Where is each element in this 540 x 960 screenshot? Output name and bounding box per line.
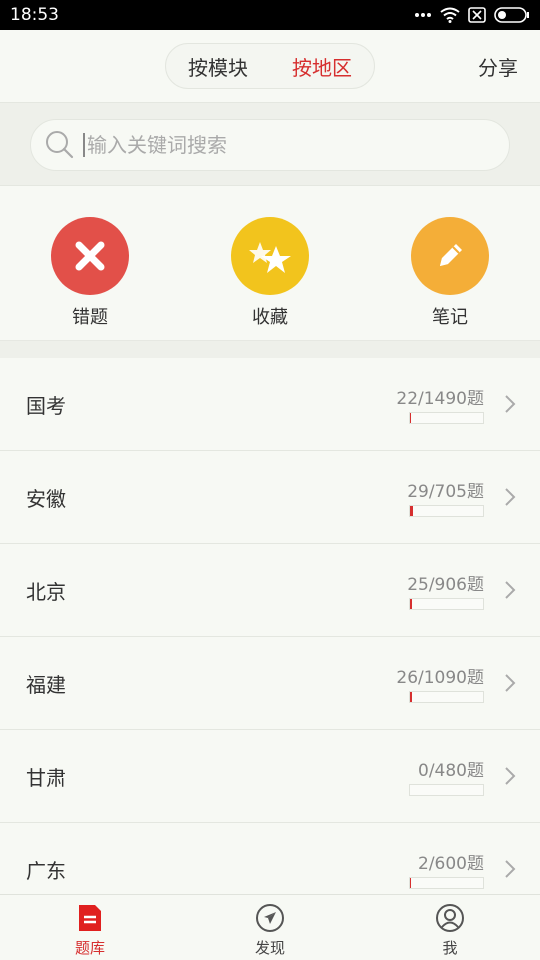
wrong-questions-circle <box>51 217 129 295</box>
region-count: 2/600题 <box>418 854 484 874</box>
progress-bar <box>409 784 484 796</box>
progress-fill <box>410 692 412 702</box>
status-bar: 18:53 <box>0 0 540 30</box>
close-icon <box>75 241 105 271</box>
wifi-icon <box>440 7 460 23</box>
compass-icon <box>256 904 284 932</box>
nav-label: 我 <box>442 939 458 957</box>
progress-fill <box>410 599 412 609</box>
header: 按模块 按地区 分享 <box>0 30 540 102</box>
more-dots-icon <box>415 13 431 17</box>
region-count: 0/480题 <box>418 761 484 781</box>
progress-fill <box>410 506 413 516</box>
wrong-questions-label: 错题 <box>72 307 108 328</box>
nav-question-bank[interactable]: 题库 <box>0 895 180 960</box>
progress-bar <box>409 877 484 889</box>
search-icon <box>46 131 74 159</box>
region-count: 25/906题 <box>407 575 484 595</box>
no-sim-icon <box>468 7 486 23</box>
battery-icon <box>494 7 529 23</box>
region-row[interactable]: 国考 22/1490题 <box>0 358 540 451</box>
tab-by-region[interactable]: 按地区 <box>270 44 374 88</box>
progress-bar <box>409 505 484 517</box>
region-name: 甘肃 <box>26 766 66 790</box>
chevron-right-icon <box>505 674 516 692</box>
favorites-circle <box>231 217 309 295</box>
region-name: 福建 <box>26 673 66 697</box>
search-box[interactable] <box>30 119 510 171</box>
wrong-questions-button[interactable]: 错题 <box>30 217 150 329</box>
quick-actions: 错题 收藏 笔记 <box>0 187 540 341</box>
region-row[interactable]: 北京 25/906题 <box>0 544 540 637</box>
chevron-right-icon <box>505 395 516 413</box>
progress-fill <box>410 878 412 888</box>
progress-bar <box>409 598 484 610</box>
share-button[interactable]: 分享 <box>478 52 518 81</box>
nav-discover[interactable]: 发现 <box>180 895 360 960</box>
region-count: 26/1090题 <box>396 668 484 688</box>
region-name: 广东 <box>26 859 66 883</box>
stars-icon <box>249 242 291 273</box>
region-list: 国考 22/1490题 安徽 29/705题 北京 25/906题 福建 26/… <box>0 358 540 916</box>
nav-label: 发现 <box>254 939 285 957</box>
nav-me[interactable]: 我 <box>360 895 540 960</box>
chevron-right-icon <box>505 860 516 878</box>
chevron-right-icon <box>505 767 516 785</box>
nav-label: 题库 <box>74 939 105 957</box>
search-input[interactable] <box>83 133 463 157</box>
tab-by-module[interactable]: 按模块 <box>166 44 270 88</box>
region-name: 北京 <box>26 580 66 604</box>
question-bank-icon <box>79 905 101 931</box>
region-count: 22/1490题 <box>396 389 484 409</box>
chevron-right-icon <box>505 488 516 506</box>
progress-fill <box>410 413 412 423</box>
region-name: 安徽 <box>26 487 66 511</box>
user-icon <box>436 904 464 932</box>
favorites-label: 收藏 <box>252 307 288 328</box>
search-area <box>0 102 540 186</box>
notes-circle <box>411 217 489 295</box>
region-name: 国考 <box>26 394 66 418</box>
region-count: 29/705题 <box>407 482 484 502</box>
notes-button[interactable]: 笔记 <box>390 217 510 329</box>
progress-bar <box>409 691 484 703</box>
favorites-button[interactable]: 收藏 <box>210 217 330 329</box>
notes-label: 笔记 <box>432 307 468 328</box>
pencil-icon <box>440 244 462 266</box>
bottom-nav: 题库 发现 我 <box>0 894 540 960</box>
status-icons <box>414 7 530 23</box>
region-row[interactable]: 福建 26/1090题 <box>0 637 540 730</box>
section-divider <box>0 341 540 358</box>
progress-bar <box>409 412 484 424</box>
region-row[interactable]: 甘肃 0/480题 <box>0 730 540 823</box>
region-row[interactable]: 安徽 29/705题 <box>0 451 540 544</box>
status-time: 18:53 <box>10 5 59 25</box>
chevron-right-icon <box>505 581 516 599</box>
segmented-control: 按模块 按地区 <box>165 43 375 89</box>
